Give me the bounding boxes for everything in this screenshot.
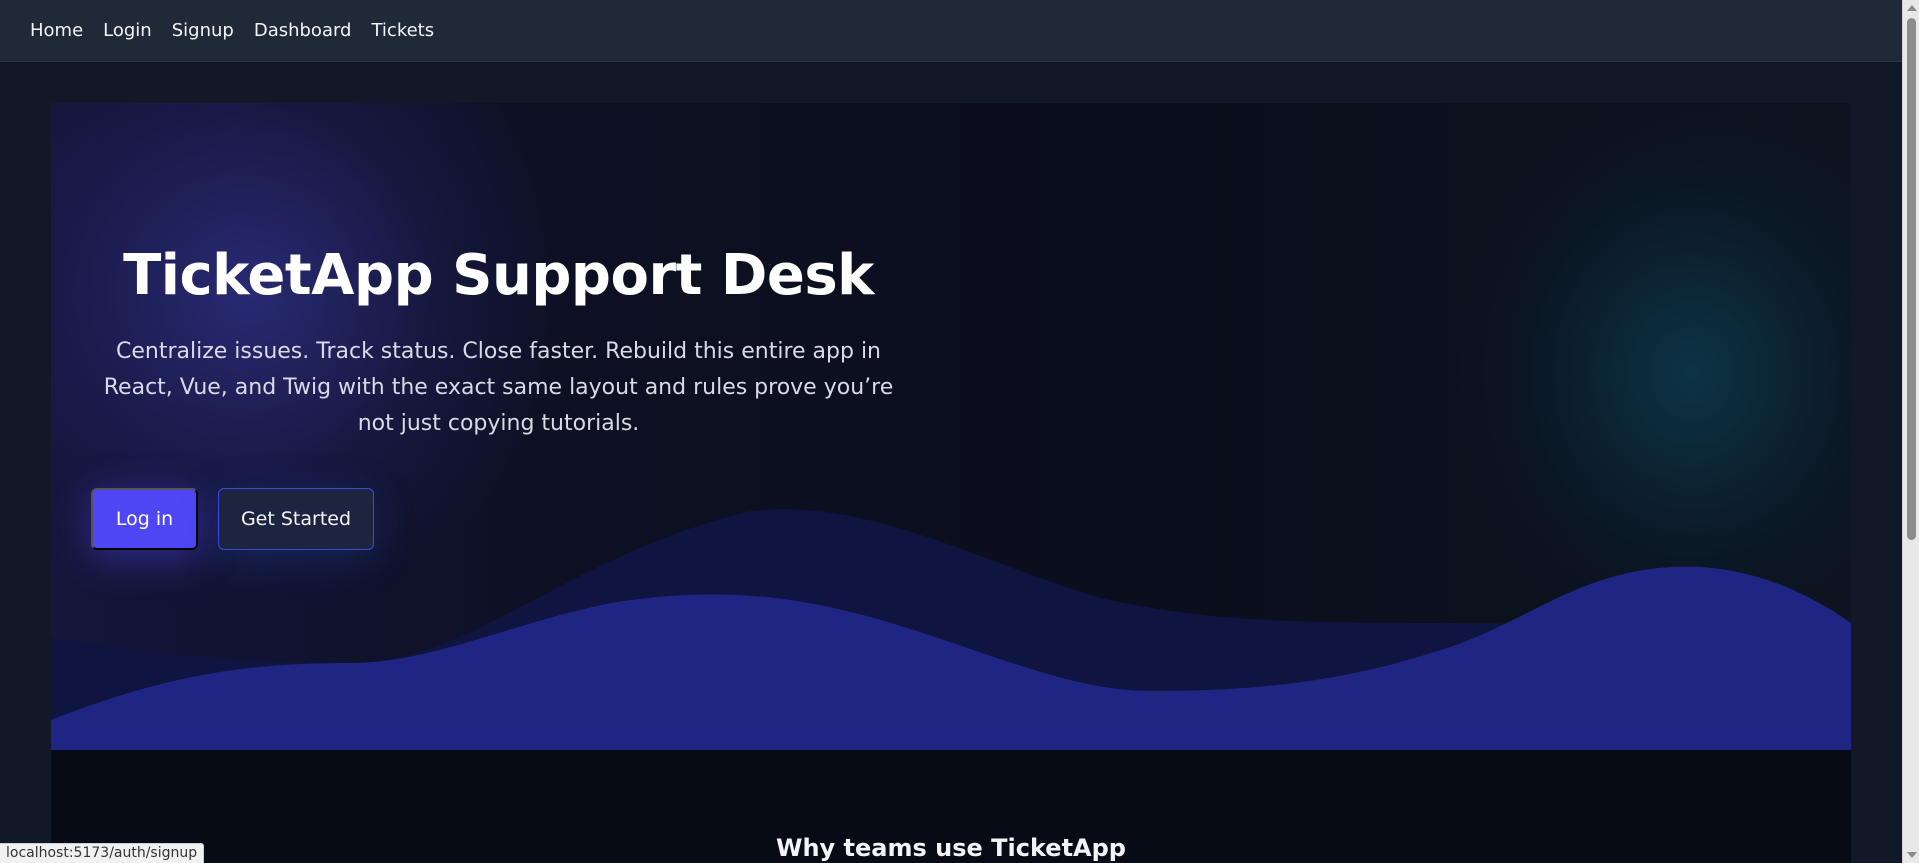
hero-section: TicketApp Support Desk Centralize issues… bbox=[51, 103, 1851, 750]
nav-link-tickets[interactable]: Tickets bbox=[371, 21, 434, 40]
features-section: Why teams use TicketApp bbox=[51, 750, 1851, 863]
nav-link-login[interactable]: Login bbox=[103, 21, 152, 40]
get-started-button[interactable]: Get Started bbox=[218, 488, 374, 550]
top-navigation: Home Login Signup Dashboard Tickets bbox=[0, 0, 1902, 62]
features-title: Why teams use TicketApp bbox=[776, 834, 1126, 862]
login-button[interactable]: Log in bbox=[91, 488, 198, 550]
nav-link-home[interactable]: Home bbox=[30, 21, 83, 40]
hero-subtitle: Centralize issues. Track status. Close f… bbox=[103, 339, 894, 436]
scroll-up-icon[interactable] bbox=[1907, 5, 1917, 11]
page: Home Login Signup Dashboard Tickets Tick… bbox=[0, 0, 1919, 863]
vertical-scrollbar[interactable] bbox=[1902, 0, 1919, 863]
hero-title: TicketApp Support Desk bbox=[123, 243, 874, 308]
status-bar-url: localhost:5173/auth/signup bbox=[0, 843, 205, 863]
hero-copy: TicketApp Support Desk Centralize issues… bbox=[91, 243, 906, 442]
hero-actions: Log in Get Started bbox=[91, 488, 374, 550]
nav-link-signup[interactable]: Signup bbox=[172, 21, 234, 40]
nav-link-dashboard[interactable]: Dashboard bbox=[254, 21, 352, 40]
scrollbar-thumb[interactable] bbox=[1907, 18, 1916, 540]
scroll-down-icon[interactable] bbox=[1907, 852, 1917, 858]
